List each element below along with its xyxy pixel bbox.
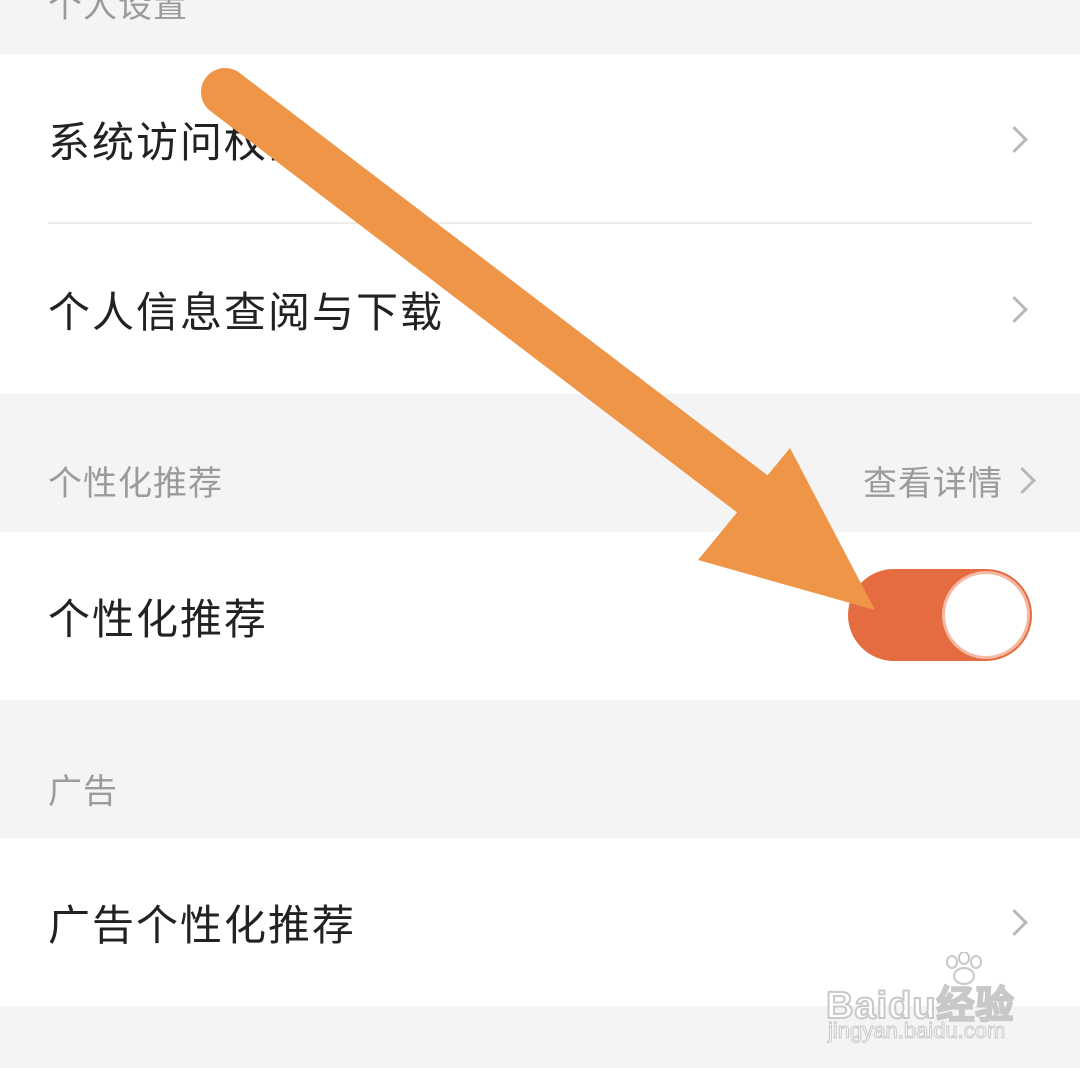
personalized-recommendation-card: 个性化推荐 bbox=[0, 532, 1080, 700]
row-title-personal-info: 个人信息查阅与下载 bbox=[48, 287, 445, 337]
row-title-personalized-recommendation: 个性化推荐 bbox=[48, 594, 269, 644]
section-header-personalized-recommendation: 个性化推荐 查看详情 bbox=[0, 394, 1080, 532]
baidu-jingyan-watermark: Baidu经验 jingyan.baidu.com bbox=[825, 952, 1026, 1052]
chevron-right-icon bbox=[1001, 125, 1028, 153]
view-details-link[interactable]: 查看详情 bbox=[863, 456, 1036, 505]
chevron-right-icon bbox=[1009, 467, 1036, 494]
chevron-right-icon bbox=[1001, 295, 1028, 323]
chevron-right-icon bbox=[1001, 908, 1028, 936]
section-title-ads: 广告 bbox=[48, 772, 118, 812]
personal-settings-card: 系统访问权限 个人信息查阅与下载 bbox=[0, 54, 1080, 394]
row-personalized-recommendation-toggle: 个性化推荐 bbox=[0, 532, 1080, 700]
switch-knob bbox=[942, 571, 1030, 659]
row-system-access-permission[interactable]: 系统访问权限 bbox=[0, 54, 1080, 224]
view-details-label: 查看详情 bbox=[863, 464, 1003, 504]
section-title-personalized-recommendation: 个性化推荐 bbox=[48, 464, 223, 504]
settings-page: 个人设置 系统访问权限 个人信息查阅与下载 个性化推荐 查看详情 个性化推荐 广… bbox=[0, 0, 1080, 1068]
row-personal-info-download[interactable]: 个人信息查阅与下载 bbox=[0, 224, 1080, 394]
watermark-url: jingyan.baidu.com bbox=[827, 1018, 1006, 1044]
section-title-personal-settings: 个人设置 bbox=[48, 0, 188, 26]
row-title-system-access: 系统访问权限 bbox=[48, 117, 313, 167]
personalized-recommendation-switch[interactable] bbox=[848, 569, 1032, 661]
row-title-ad-personalization: 广告个性化推荐 bbox=[48, 900, 357, 950]
section-header-ads: 广告 bbox=[0, 700, 1080, 838]
section-header-personal-settings: 个人设置 bbox=[0, 0, 1080, 54]
